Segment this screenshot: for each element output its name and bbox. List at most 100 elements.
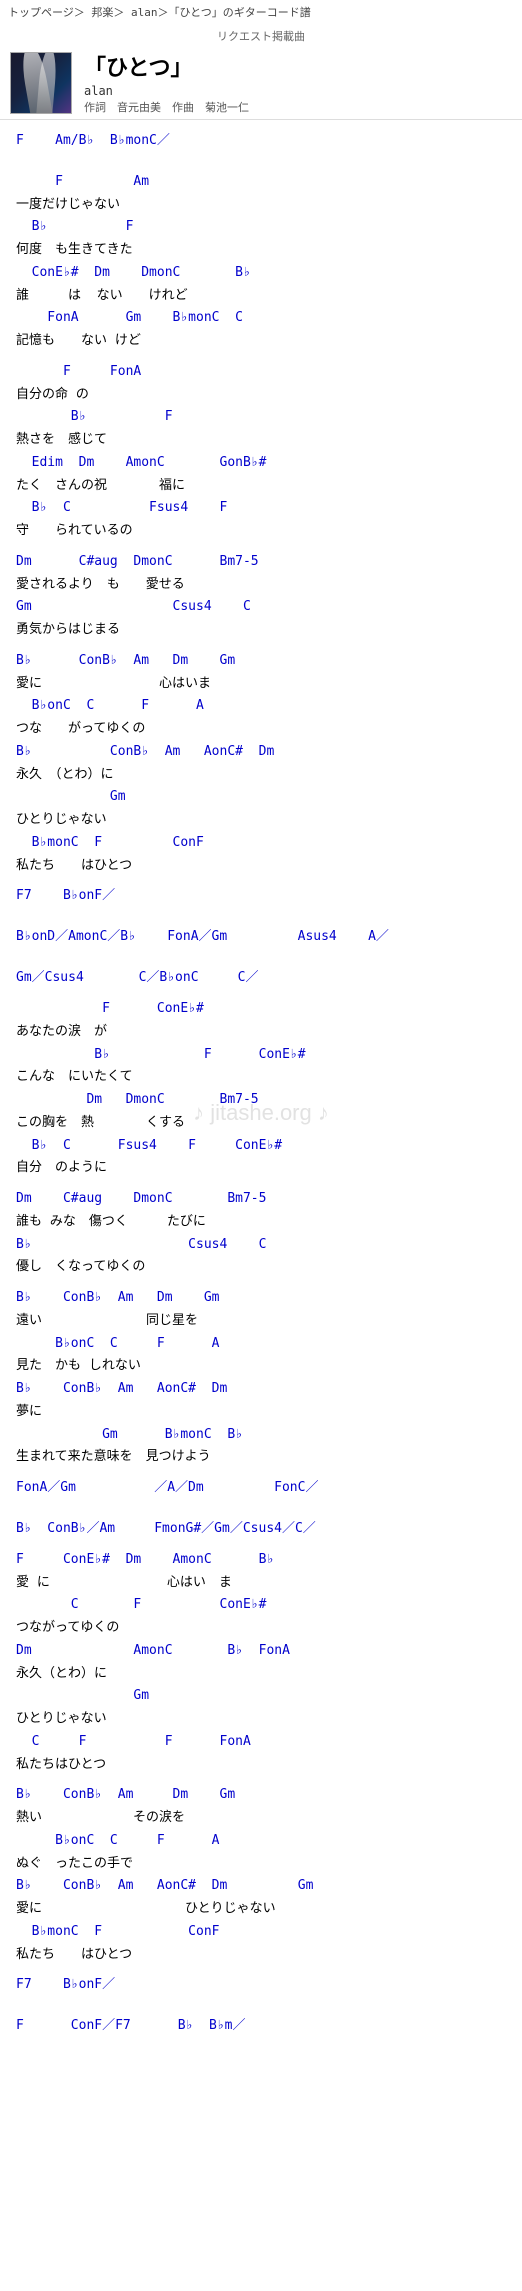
song-cover-image: [10, 52, 72, 114]
block-8: B♭ ConB♭ Am Dm Gm 遠い 同じ星を B♭onC C F A 見た…: [16, 1287, 506, 1469]
chord-line: Gm: [16, 1685, 506, 1708]
chord-line: B♭onD／AmonC／B♭ FonA／Gm Asus4 A／: [16, 926, 506, 949]
lyric-line: ひとりじゃない: [16, 809, 506, 832]
lyric-line: つながってゆくの: [16, 1617, 506, 1640]
song-credits: 作詞 音元由美 作曲 菊池一仁: [84, 99, 249, 115]
lyric-line: 愛に ひとりじゃない: [16, 1898, 506, 1921]
chord-line: Gm: [16, 786, 506, 809]
blank-line: [16, 1500, 506, 1518]
song-header: 「ひとつ」 alan 作詞 音元由美 作曲 菊池一仁: [0, 46, 522, 120]
lyric-line: 愛されるより も 愛せる: [16, 574, 506, 597]
lyric-line: 生まれて来た意味を 見つけよう: [16, 1446, 506, 1469]
lyric-line: 私たちはひとつ: [16, 1754, 506, 1777]
lyric-line: つな がってゆくの: [16, 718, 506, 741]
chord-line: Edim Dm AmonC GonB♭#: [16, 452, 506, 475]
chord-line: B♭ ConB♭ Am AonC# Dm Gm: [16, 1875, 506, 1898]
block-10: F ConE♭# Dm AmonC B♭ 愛 に 心はい ま C F ConE♭…: [16, 1549, 506, 1777]
chord-line: F ConF／F7 B♭ B♭m／: [16, 2015, 506, 2038]
chord-line: ConE♭# Dm DmonC B♭: [16, 262, 506, 285]
chord-line: B♭ Csus4 C: [16, 1234, 506, 1257]
chord-line: C F ConE♭#: [16, 1594, 506, 1617]
chord-line: B♭ ConB♭ Am Dm Gm: [16, 650, 506, 673]
chord-line: B♭ C Fsus4 F ConE♭#: [16, 1135, 506, 1158]
chord-line: Dm C#aug DmonC Bm7-5: [16, 551, 506, 574]
header-nav: トップページ＞ 邦楽＞ alan＞「ひとつ」のギターコード譜: [0, 0, 522, 24]
song-artist: alan: [84, 84, 249, 98]
block-5: F7 B♭onF／ B♭onD／AmonC／B♭ FonA／Gm Asus4 A…: [16, 885, 506, 990]
chord-line: B♭monC F ConF: [16, 832, 506, 855]
chord-line: F FonA: [16, 361, 506, 384]
chord-line: FonA／Gm ／A／Dm FonC／: [16, 1477, 506, 1500]
breadcrumb-text: トップページ＞ 邦楽＞ alan＞「ひとつ」のギターコード譜: [0, 0, 522, 24]
lyric-line: ひとりじゃない: [16, 1708, 506, 1731]
lyric-line: 遠い 同じ星を: [16, 1310, 506, 1333]
lyric-line: 夢に: [16, 1401, 506, 1424]
lyric-line: 誰も みな 傷つく たびに: [16, 1211, 506, 1234]
block-9: FonA／Gm ／A／Dm FonC／ B♭ ConB♭／Am FmonG#／G…: [16, 1477, 506, 1541]
lyric-line: 何度 も生きてきた: [16, 239, 506, 262]
lyric-line: 誰 は ない けれど: [16, 285, 506, 308]
chord-line: F ConE♭#: [16, 998, 506, 1021]
chord-line: C F F FonA: [16, 1731, 506, 1754]
chord-line: B♭onC C F A: [16, 695, 506, 718]
blank-line: [16, 949, 506, 967]
chord-line: F ConE♭# Dm AmonC B♭: [16, 1549, 506, 1572]
lyric-line: 永久 （とわ）に: [16, 764, 506, 787]
chord-line: B♭ C Fsus4 F: [16, 497, 506, 520]
lyric-line: 永久（とわ）に: [16, 1663, 506, 1686]
chord-line: B♭ ConB♭ Am AonC# Dm: [16, 1378, 506, 1401]
block-1: F Am/B♭ B♭monC／ F Am 一度だけじゃない B♭ F 何度 も生…: [16, 130, 506, 353]
lyric-line: あなたの涙 が: [16, 1021, 506, 1044]
song-title: 「ひとつ」: [84, 50, 249, 82]
chord-line: B♭ ConB♭ Am Dm Gm: [16, 1784, 506, 1807]
chord-line: F Am: [16, 171, 506, 194]
blank-line: [16, 1997, 506, 2015]
block-2: F FonA 自分の命 の B♭ F 熱さを 感じて Edim Dm AmonC…: [16, 361, 506, 543]
chord-line: B♭ F ConE♭#: [16, 1044, 506, 1067]
block-4: B♭ ConB♭ Am Dm Gm 愛に 心はいま B♭onC C F A つな…: [16, 650, 506, 878]
chord-line: Gm Csus4 C: [16, 596, 506, 619]
lyric-line: 私たち はひとつ: [16, 855, 506, 878]
lyric-line: 自分の命 の: [16, 384, 506, 407]
lyric-line: 勇気からはじまる: [16, 619, 506, 642]
chord-line: B♭ F: [16, 406, 506, 429]
chord-line: B♭ ConB♭／Am FmonG#／Gm／Csus4／C／: [16, 1518, 506, 1541]
lyric-line: 記憶も ない けど: [16, 330, 506, 353]
chord-line: FonA Gm B♭monC C: [16, 307, 506, 330]
lyric-line: 自分 のように: [16, 1157, 506, 1180]
chord-line: Gm B♭monC B♭: [16, 1424, 506, 1447]
request-label: リクエスト掲載曲: [0, 28, 522, 44]
block-3: Dm C#aug DmonC Bm7-5 愛されるより も 愛せる Gm Csu…: [16, 551, 506, 642]
chord-line: F Am/B♭ B♭monC／: [16, 130, 506, 153]
chord-line: B♭ ConB♭ Am AonC# Dm: [16, 741, 506, 764]
lyric-line: 愛 に 心はい ま: [16, 1572, 506, 1595]
lyric-line: 熱さを 感じて: [16, 429, 506, 452]
chord-line: B♭onC C F A: [16, 1830, 506, 1853]
chord-line: Gm／Csus4 C／B♭onC C／: [16, 967, 506, 990]
chord-line: B♭ F: [16, 216, 506, 239]
chord-line: Dm AmonC B♭ FonA: [16, 1640, 506, 1663]
blank-line: [16, 153, 506, 171]
blank-line: [16, 908, 506, 926]
song-header-info: 「ひとつ」 alan 作詞 音元由美 作曲 菊池一仁: [84, 50, 249, 115]
lyric-line: こんな にいたくて: [16, 1066, 506, 1089]
lyric-line: 私たち はひとつ: [16, 1944, 506, 1967]
lyric-line: 見た かも しれない: [16, 1355, 506, 1378]
chord-line: F7 B♭onF／: [16, 1974, 506, 1997]
chord-line: F7 B♭onF／: [16, 885, 506, 908]
lyric-line: この胸を 熱 くする: [16, 1112, 506, 1135]
block-12: F7 B♭onF／ F ConF／F7 B♭ B♭m／: [16, 1974, 506, 2038]
lyric-line: 愛に 心はいま: [16, 673, 506, 696]
lyric-line: たく さんの祝 福に: [16, 475, 506, 498]
chord-line: B♭monC F ConF: [16, 1921, 506, 1944]
lyric-line: 熱い その涙を: [16, 1807, 506, 1830]
block-6: F ConE♭# あなたの涙 が B♭ F ConE♭# こんな にいたくて D…: [16, 998, 506, 1180]
lyric-line: ぬぐ ったこの手で: [16, 1853, 506, 1876]
chord-line: Dm C#aug DmonC Bm7-5: [16, 1188, 506, 1211]
lyric-line: 守 られているの: [16, 520, 506, 543]
chord-line: Dm DmonC Bm7-5: [16, 1089, 506, 1112]
chord-line: B♭ ConB♭ Am Dm Gm: [16, 1287, 506, 1310]
block-7: Dm C#aug DmonC Bm7-5 誰も みな 傷つく たびに B♭ Cs…: [16, 1188, 506, 1279]
chord-line: B♭onC C F A: [16, 1333, 506, 1356]
lyric-line: 優し くなってゆくの: [16, 1256, 506, 1279]
